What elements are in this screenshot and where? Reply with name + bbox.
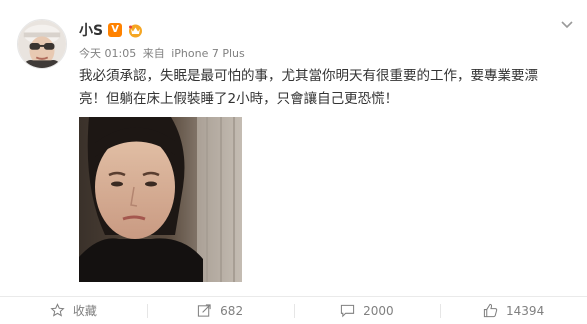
star-icon (50, 303, 65, 317)
thumbs-up-icon (483, 303, 498, 318)
favorite-button[interactable]: 收藏 (0, 297, 147, 324)
share-count: 682 (220, 303, 244, 318)
vip-crown-icon[interactable] (127, 23, 144, 38)
avatar[interactable] (17, 19, 67, 69)
comment-count: 2000 (363, 303, 394, 318)
like-button[interactable]: 14394 (440, 297, 587, 324)
source-prefix: 来自 (142, 47, 165, 60)
share-icon (198, 304, 211, 317)
share-button[interactable]: 682 (146, 297, 294, 324)
favorite-label: 收藏 (72, 304, 97, 318)
verified-v-icon[interactable]: V (108, 23, 123, 37)
comment-icon (340, 304, 355, 318)
post-photo[interactable] (79, 117, 242, 282)
avatar-image (18, 20, 66, 68)
post-text-line-1: 我必須承認，失眠是最可怕的事，尤其當你明天有很重要的工作，要專業要漂 (79, 68, 538, 84)
post-time[interactable]: 今天 01:05 (79, 47, 136, 60)
post-text-line-2: 亮！但躺在床上假裝睡了2小時，只會讓自己更恐慌！ (79, 91, 399, 107)
action-bar: 收藏 682 2000 14394 (0, 296, 587, 324)
chevron-down-icon[interactable] (560, 20, 574, 30)
post-text: 我必須承認，失眠是最可怕的事，尤其當你明天有很重要的工作，要專業要漂 亮！但躺在… (79, 65, 549, 111)
comment-button[interactable]: 2000 (293, 297, 441, 324)
like-count: 14394 (506, 303, 545, 318)
author-row: 小S V (79, 21, 144, 39)
selfie-image (79, 117, 242, 282)
weibo-post-card: 小S V 今天 01:05 来自 iPhone 7 Plus 我必須承認，失眠是… (0, 0, 587, 324)
source-device[interactable]: iPhone 7 Plus (171, 47, 245, 60)
author-name[interactable]: 小S (79, 20, 103, 40)
post-meta: 今天 01:05 来自 iPhone 7 Plus (79, 45, 248, 61)
